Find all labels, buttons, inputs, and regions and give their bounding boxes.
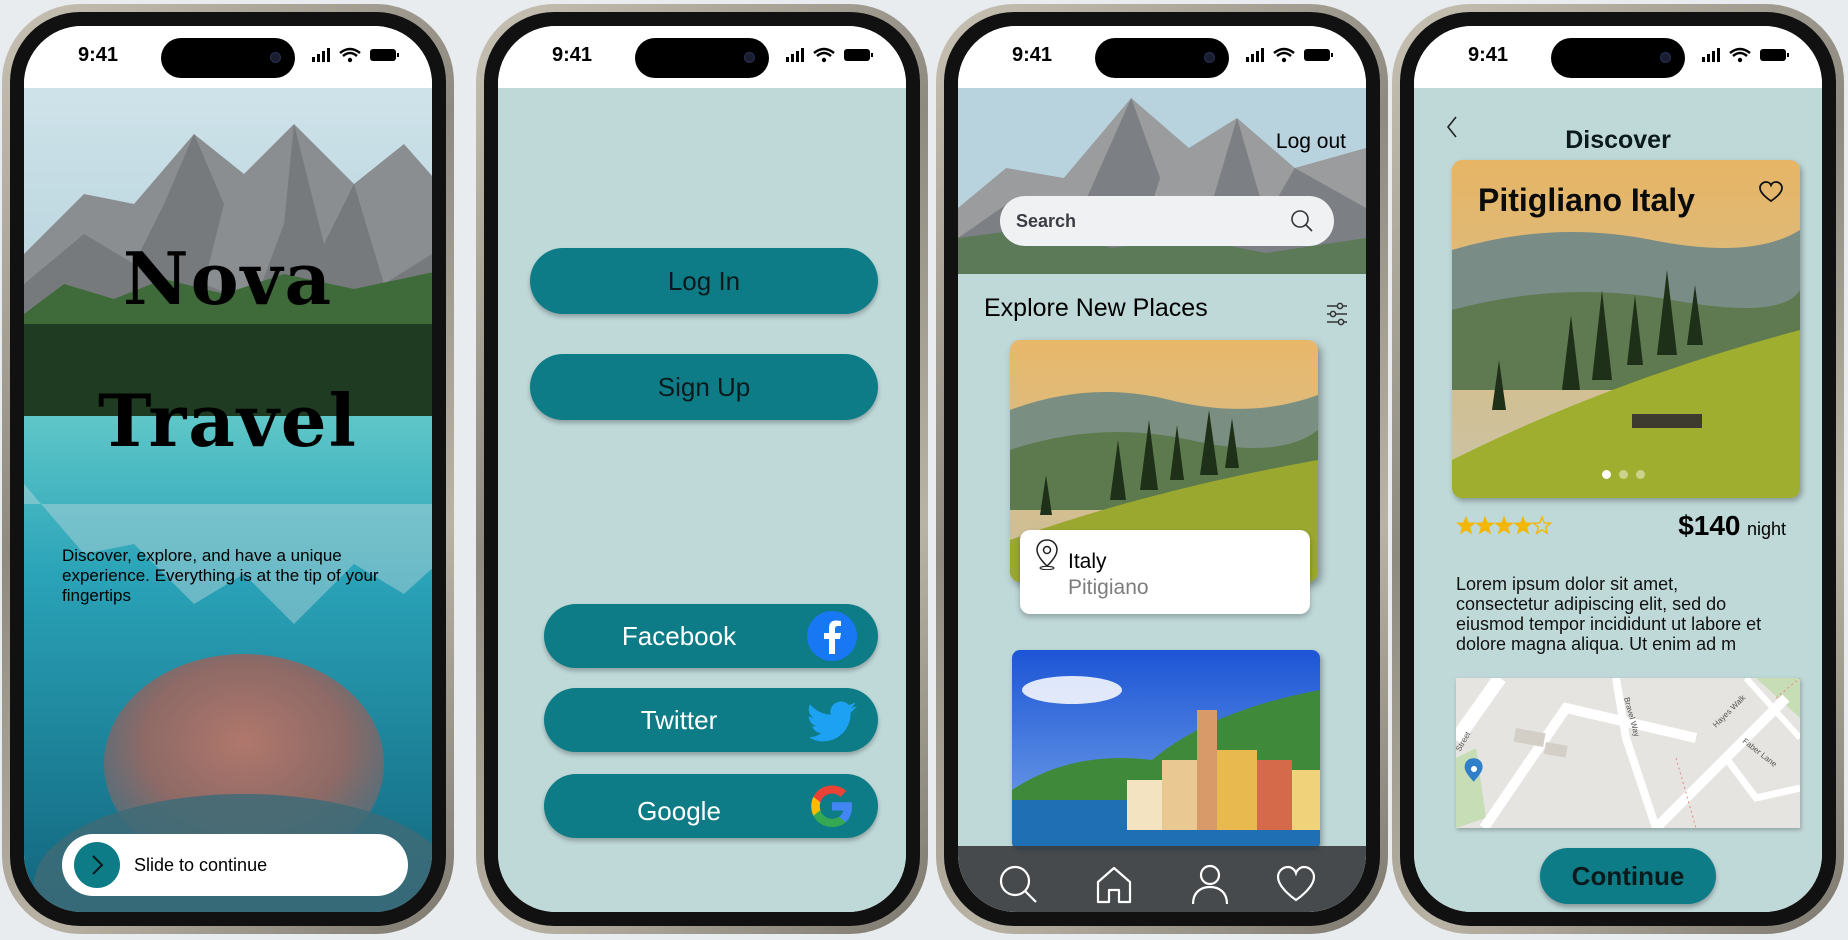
- rating-stars: [1456, 515, 1553, 535]
- favorite-heart-icon[interactable]: [1758, 180, 1784, 204]
- continue-button[interactable]: Continue: [1540, 848, 1716, 904]
- twitter-icon: [808, 701, 857, 742]
- price-display: $140 night: [1678, 510, 1786, 542]
- status-time: 9:41: [552, 44, 593, 66]
- street-map: Street Bravel Way Hayes Walk Faber Lane: [1456, 678, 1800, 828]
- slide-handle[interactable]: [74, 842, 120, 888]
- dynamic-island: [1095, 38, 1229, 78]
- carousel-dots[interactable]: [1602, 466, 1653, 484]
- profile-icon[interactable]: [1188, 862, 1232, 906]
- price-unit: night: [1746, 519, 1786, 539]
- star-empty-icon: [1531, 515, 1553, 535]
- place-card-coastal[interactable]: [1012, 650, 1320, 850]
- facebook-icon: [807, 611, 857, 661]
- destination-card[interactable]: Pitigliano Italy: [1452, 160, 1800, 498]
- phone-splash: 9:41 Nova Travel Discover, explore, and …: [2, 4, 454, 934]
- carousel-dot-active[interactable]: [1602, 470, 1611, 479]
- dynamic-island: [635, 38, 769, 78]
- price-amount: $140: [1678, 510, 1741, 541]
- location-pin-icon: [1036, 539, 1058, 570]
- system-icons: [786, 47, 873, 63]
- slide-label: Slide to continue: [134, 854, 268, 875]
- phone-explore: 9:41 Log out Search Explore New Places I…: [936, 4, 1388, 934]
- google-icon: [811, 785, 852, 827]
- system-icons: [1702, 47, 1789, 63]
- home-icon[interactable]: [1092, 862, 1136, 906]
- carousel-dot[interactable]: [1619, 470, 1628, 479]
- filter-icon[interactable]: [1326, 302, 1348, 326]
- place-country: Italy: [1068, 550, 1107, 573]
- carousel-dot[interactable]: [1636, 470, 1645, 479]
- splash-description: Discover, explore, and have a unique exp…: [62, 546, 379, 605]
- detail-screen: 9:41 Discover Pitigliano Italy $140 nigh…: [1414, 26, 1822, 912]
- splash-screen: 9:41 Nova Travel Discover, explore, and …: [24, 26, 432, 912]
- place-location-card[interactable]: Italy Pitigiano: [1020, 530, 1310, 614]
- facebook-login-button[interactable]: Facebook: [544, 604, 878, 668]
- status-bar: 9:41: [1414, 26, 1822, 88]
- status-time: 9:41: [1468, 44, 1509, 66]
- page-title: Discover: [1565, 126, 1671, 154]
- destination-title: Pitigliano Italy: [1478, 182, 1695, 218]
- search-placeholder: Search: [1016, 211, 1077, 231]
- star-filled-icon: [1475, 515, 1495, 535]
- slide-to-continue[interactable]: Slide to continue: [62, 834, 408, 896]
- destination-description: Lorem ipsum dolor sit amet, consectetur …: [1456, 574, 1762, 654]
- twitter-label: Twitter: [640, 705, 718, 735]
- location-map[interactable]: Street Bravel Way Hayes Walk Faber Lane: [1456, 678, 1800, 828]
- system-icons: [312, 47, 399, 63]
- phone-detail: 9:41 Discover Pitigliano Italy $140 nigh…: [1392, 4, 1844, 934]
- search-icon[interactable]: [1290, 209, 1314, 233]
- facebook-label: Facebook: [621, 621, 737, 651]
- search-input[interactable]: Search: [1000, 196, 1334, 246]
- section-title: Explore New Places: [984, 294, 1208, 322]
- app-title-nova: Nova: [122, 236, 334, 321]
- dynamic-island: [1551, 38, 1685, 78]
- dynamic-island: [161, 38, 295, 78]
- mountain-header-image: [958, 88, 1366, 274]
- explore-screen: 9:41 Log out Search Explore New Places I…: [958, 26, 1366, 912]
- auth-screen: 9:41 Log In Sign Up Facebook Twitter Goo…: [498, 26, 906, 912]
- bottom-tab-bar: [958, 846, 1366, 912]
- google-login-button[interactable]: Google: [544, 774, 878, 838]
- app-title-travel: Travel: [98, 378, 358, 463]
- star-filled-icon: [1494, 515, 1514, 535]
- star-filled-icon: [1513, 515, 1533, 535]
- coastal-village-image: [1012, 650, 1320, 850]
- status-bar: 9:41: [498, 26, 906, 88]
- place-city: Pitigiano: [1068, 576, 1149, 599]
- chevron-right-icon: [92, 855, 104, 875]
- heart-icon[interactable]: [1274, 862, 1318, 906]
- status-bar: 9:41: [958, 26, 1366, 88]
- status-time: 9:41: [1012, 44, 1053, 66]
- logout-link[interactable]: Log out: [1276, 130, 1346, 154]
- twitter-login-button[interactable]: Twitter: [544, 688, 878, 752]
- login-button[interactable]: Log In: [530, 248, 878, 314]
- lake-mountain-background: [24, 84, 432, 912]
- star-filled-icon: [1456, 515, 1476, 535]
- search-icon[interactable]: [996, 862, 1040, 906]
- status-time: 9:41: [78, 44, 119, 66]
- signup-button[interactable]: Sign Up: [530, 354, 878, 420]
- google-label: Google: [637, 796, 721, 826]
- status-bar: 9:41: [24, 26, 432, 88]
- system-icons: [1246, 47, 1333, 63]
- phone-auth: 9:41 Log In Sign Up Facebook Twitter Goo…: [476, 4, 928, 934]
